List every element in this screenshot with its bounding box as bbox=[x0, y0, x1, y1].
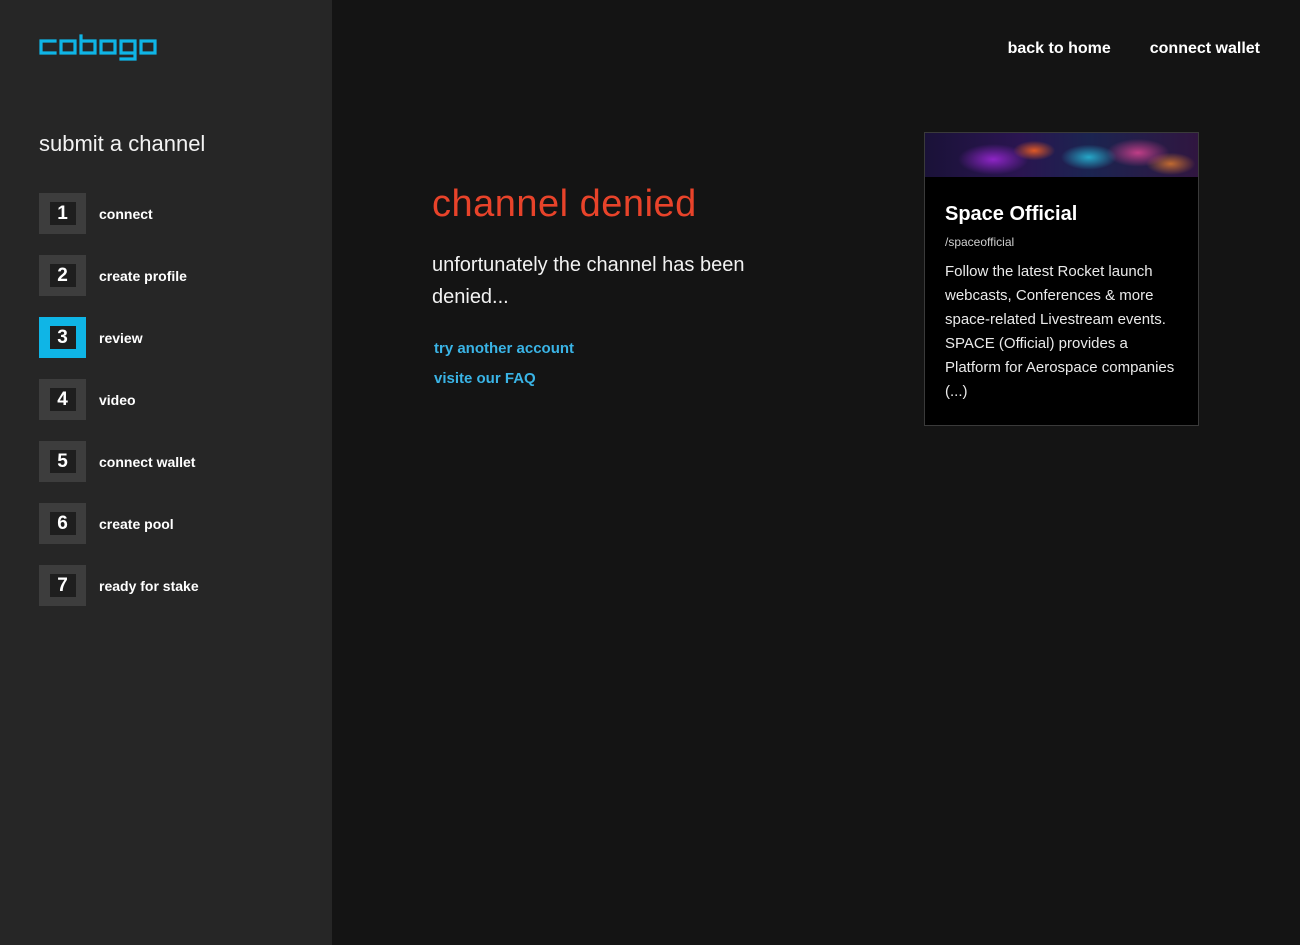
connect-wallet-link[interactable]: connect wallet bbox=[1150, 40, 1260, 58]
step-connect-wallet[interactable]: 5 connect wallet bbox=[39, 441, 199, 482]
cobogo-logo[interactable]: cobogo bbox=[39, 34, 159, 64]
step-label: video bbox=[99, 391, 136, 408]
try-another-account-link[interactable]: try another account bbox=[434, 340, 574, 357]
step-number-box: 3 bbox=[39, 317, 86, 358]
step-number: 7 bbox=[49, 574, 76, 597]
back-to-home-link[interactable]: back to home bbox=[1008, 40, 1111, 58]
page-title: channel denied bbox=[432, 183, 697, 225]
step-number: 3 bbox=[49, 326, 76, 349]
step-video[interactable]: 4 video bbox=[39, 379, 199, 420]
step-number: 6 bbox=[49, 512, 76, 535]
step-label: connect wallet bbox=[99, 453, 196, 470]
faq-link[interactable]: visite our FAQ bbox=[434, 370, 536, 387]
step-number: 2 bbox=[49, 264, 76, 287]
step-number-box: 1 bbox=[39, 193, 86, 234]
channel-card: Space Official /spaceofficial Follow the… bbox=[924, 132, 1199, 426]
step-connect[interactable]: 1 connect bbox=[39, 193, 199, 234]
step-create-profile[interactable]: 2 create profile bbox=[39, 255, 199, 296]
steps-list: 1 connect 2 create profile 3 review 4 vi… bbox=[39, 193, 199, 627]
step-number: 5 bbox=[49, 450, 76, 473]
channel-banner-image bbox=[925, 133, 1198, 177]
step-create-pool[interactable]: 6 create pool bbox=[39, 503, 199, 544]
channel-title: Space Official bbox=[945, 203, 1078, 225]
step-number: 1 bbox=[49, 202, 76, 225]
denied-message: unfortunately the channel has been denie… bbox=[432, 254, 745, 308]
step-number-box: 2 bbox=[39, 255, 86, 296]
step-number-box: 6 bbox=[39, 503, 86, 544]
step-label: connect bbox=[99, 205, 153, 222]
step-ready-for-stake[interactable]: 7 ready for stake bbox=[39, 565, 199, 606]
channel-description: Follow the latest Rocket launch webcasts… bbox=[945, 263, 1175, 400]
step-number-box: 7 bbox=[39, 565, 86, 606]
step-number-box: 4 bbox=[39, 379, 86, 420]
step-label: create profile bbox=[99, 267, 187, 284]
top-navigation: back to home connect wallet bbox=[1008, 40, 1260, 58]
sidebar: cobogo submit a channel 1 connect 2 crea… bbox=[0, 0, 332, 945]
step-label: review bbox=[99, 329, 143, 346]
channel-handle: /spaceofficial bbox=[945, 235, 1015, 249]
step-review[interactable]: 3 review bbox=[39, 317, 199, 358]
step-label: create pool bbox=[99, 515, 174, 532]
sidebar-title: submit a channel bbox=[39, 131, 206, 156]
step-number: 4 bbox=[49, 388, 76, 411]
step-number-box: 5 bbox=[39, 441, 86, 482]
step-label: ready for stake bbox=[99, 577, 199, 594]
